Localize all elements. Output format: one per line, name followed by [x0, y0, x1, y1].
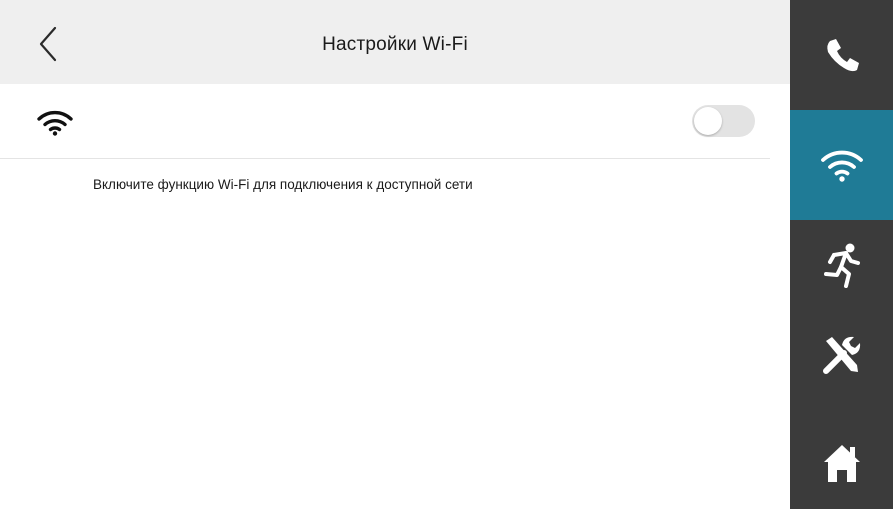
nav-item-phone[interactable]: [790, 0, 893, 110]
nav-item-wifi[interactable]: [790, 110, 893, 220]
wifi-hint-text: Включите функцию Wi-Fi для подключения к…: [93, 177, 473, 192]
page-title: Настройки Wi-Fi: [322, 34, 468, 55]
running-person-icon: [823, 243, 860, 288]
home-icon: [823, 445, 860, 482]
tools-icon: [822, 336, 860, 374]
right-sidebar-nav: [790, 0, 893, 509]
header-bar: Настройки Wi-Fi: [0, 0, 790, 84]
wifi-toggle-switch[interactable]: [692, 105, 755, 137]
wifi-settings-screen: Настройки Wi-Fi Включите функцию Wi-Fi д…: [0, 0, 893, 509]
phone-icon: [826, 39, 859, 72]
toggle-knob: [694, 107, 722, 135]
main-panel: Настройки Wi-Fi Включите функцию Wi-Fi д…: [0, 0, 790, 509]
nav-item-tools[interactable]: [790, 300, 893, 410]
nav-item-home[interactable]: [790, 408, 893, 509]
wifi-icon: [820, 150, 863, 182]
wifi-icon: [37, 110, 73, 136]
wifi-toggle-row: [0, 84, 770, 159]
